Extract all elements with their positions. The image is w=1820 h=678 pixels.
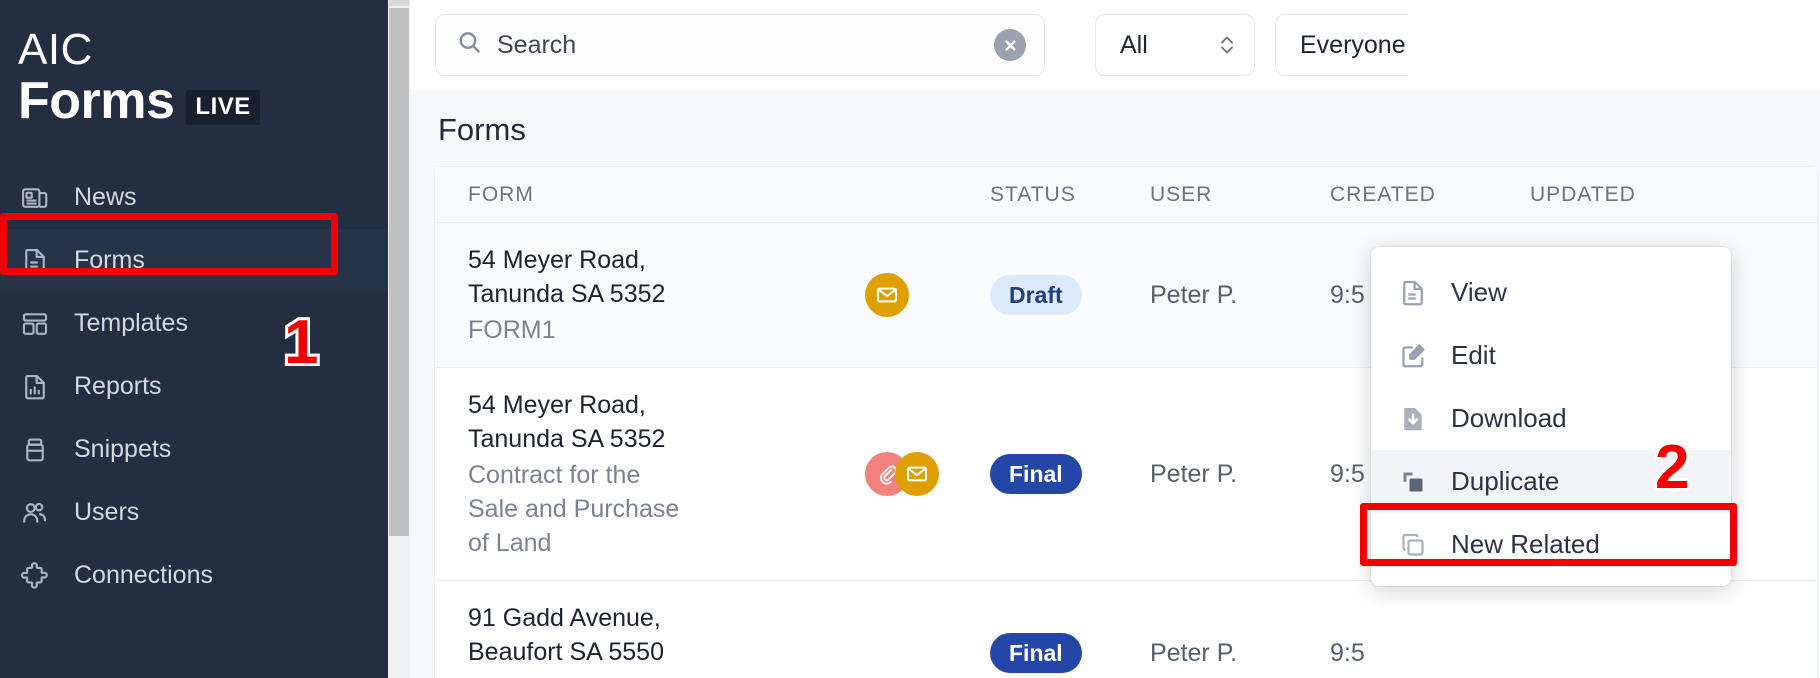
sidebar-item-label: Reports <box>74 372 162 400</box>
people-filter-value: Everyone <box>1300 30 1406 59</box>
sidebar-item-news[interactable]: News <box>0 166 388 229</box>
sidebar-item-snippets[interactable]: Snippets <box>0 418 388 481</box>
logo-line-aic: AIC <box>18 25 93 74</box>
sidebar-item-connections[interactable]: Connections <box>0 544 388 607</box>
context-menu-item-label: Download <box>1451 403 1567 433</box>
sidebar-item-label: Forms <box>74 246 145 274</box>
puzzle-icon <box>18 559 52 593</box>
row-user: Peter P. <box>1150 280 1238 309</box>
table-row[interactable]: 91 Gadd Avenue,Beaufort SA 5550 Addendum… <box>435 581 1817 678</box>
layout-icon <box>18 307 52 341</box>
column-header-user: USER <box>1150 182 1213 206</box>
users-icon <box>18 496 52 530</box>
row-context-menu: View Edit Download Duplicate New Related <box>1371 247 1731 586</box>
form-title: 54 Meyer Road, Tanunda SA 5352 <box>468 391 666 453</box>
status-badge: Final <box>990 454 1082 494</box>
table-header-row: FORM STATUS USER CREATED UPDATED <box>435 167 1817 223</box>
row-created: 9:5 <box>1330 638 1365 667</box>
jar-icon <box>18 433 52 467</box>
logo-line-forms: Forms <box>18 72 175 130</box>
form-title: 91 Gadd Avenue, Beaufort SA 5550 <box>468 604 664 666</box>
sidebar-item-forms[interactable]: Forms <box>0 229 388 292</box>
row-user: Peter P. <box>1150 459 1238 488</box>
search-field[interactable] <box>435 14 1045 76</box>
context-menu-item-label: Duplicate <box>1451 466 1560 496</box>
report-chart-icon <box>18 370 52 404</box>
document-icon <box>1397 277 1429 309</box>
sidebar-item-label: Connections <box>74 561 213 589</box>
sidebar-item-label: Users <box>74 498 140 526</box>
logo-live-badge: LIVE <box>186 89 260 125</box>
column-header-form: FORM <box>468 182 534 206</box>
mail-icon[interactable] <box>895 452 939 496</box>
context-menu-item-label: View <box>1451 277 1507 307</box>
row-user: Peter P. <box>1150 638 1238 667</box>
context-menu-view[interactable]: View <box>1371 261 1731 324</box>
sidebar-item-label: Templates <box>74 309 188 337</box>
status-badge: Final <box>990 633 1082 673</box>
context-menu-new-related[interactable]: New Related <box>1371 513 1731 576</box>
sidebar: AIC Forms LIVE News Forms Templates Repo… <box>0 0 388 678</box>
pencil-box-icon <box>1397 340 1429 372</box>
sidebar-item-templates[interactable]: Templates <box>0 292 388 355</box>
status-badge: Draft <box>990 275 1082 315</box>
row-icon-stack <box>865 452 990 496</box>
sidebar-scrollbar-thumb[interactable] <box>389 8 409 536</box>
sidebar-item-label: Snippets <box>74 435 172 463</box>
app-logo: AIC Forms LIVE <box>0 0 388 130</box>
sidebar-nav: News Forms Templates Reports Snippets Us… <box>0 166 388 607</box>
annotation-marker-2: 2 <box>1652 433 1693 502</box>
form-subtitle: Addendum <box>468 671 865 678</box>
chevron-updown-icon <box>1218 32 1236 58</box>
copy-icon <box>1397 529 1429 561</box>
scope-filter-select[interactable]: All <box>1095 14 1255 76</box>
news-icon <box>18 181 52 215</box>
download-icon <box>1397 403 1429 435</box>
column-header-status: STATUS <box>990 182 1076 206</box>
form-subtitle: FORM1 <box>468 316 556 344</box>
row-icon-stack <box>865 273 990 317</box>
form-title: 54 Meyer Road, Tanunda SA 5352 <box>468 246 666 308</box>
sidebar-item-users[interactable]: Users <box>0 481 388 544</box>
context-menu-item-label: New Related <box>1451 529 1600 559</box>
search-input[interactable] <box>497 30 980 60</box>
scope-filter-value: All <box>1120 30 1148 59</box>
page-title: Forms <box>438 112 526 147</box>
search-icon <box>456 29 483 61</box>
duplicate-icon <box>1397 466 1429 498</box>
context-menu-edit[interactable]: Edit <box>1371 324 1731 387</box>
sidebar-item-reports[interactable]: Reports <box>0 355 388 418</box>
clear-search-icon[interactable] <box>994 29 1026 61</box>
form-subtitle: Contract for the Sale and Purchase of Land <box>468 461 680 557</box>
app-root: AIC Forms LIVE News Forms Templates Repo… <box>0 0 1820 678</box>
column-header-created: CREATED <box>1330 182 1436 206</box>
sidebar-scrollbar-cap <box>389 0 409 6</box>
annotation-marker-1: 1 <box>281 308 322 377</box>
sidebar-item-label: News <box>74 183 137 211</box>
context-menu-item-label: Edit <box>1451 340 1496 370</box>
topbar-right-fill <box>1408 0 1820 91</box>
mail-icon[interactable] <box>865 273 909 317</box>
column-header-updated: UPDATED <box>1530 182 1636 206</box>
document-icon <box>18 244 52 278</box>
